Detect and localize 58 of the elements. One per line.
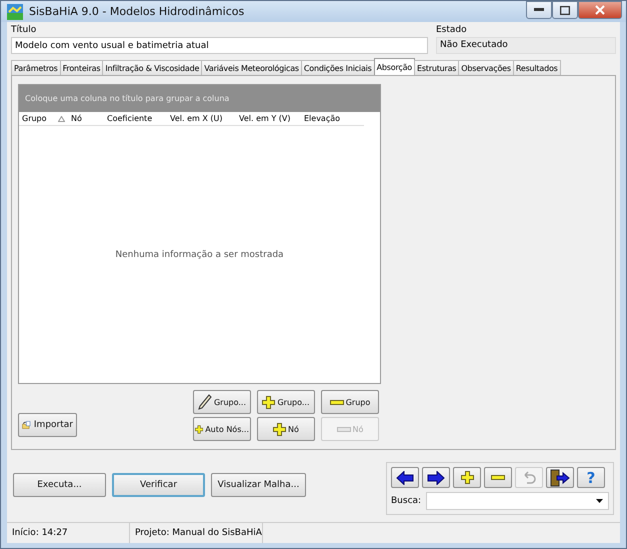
plus-icon [262, 396, 276, 408]
close-icon [595, 5, 605, 15]
tab[interactable]: Estruturas [414, 60, 460, 75]
action-button[interactable]: Grupo... [193, 390, 251, 414]
empty-message: Nenhuma informação a ser mostrada [115, 250, 284, 260]
command-button[interactable]: Verificar [112, 473, 205, 497]
tab[interactable]: Variáveis Meteorológicas [201, 60, 302, 75]
nav-button[interactable] [422, 467, 450, 488]
minus-icon [336, 426, 351, 432]
tab[interactable]: Infiltração & Viscosidade [102, 60, 202, 75]
window-title: SisBaHiA 9.0 - Modelos Hidrodinâmicos [29, 5, 244, 18]
search-label: Busca: [391, 496, 422, 506]
column-header[interactable]: Elevação [301, 114, 356, 123]
import-button[interactable]: Importar [18, 413, 77, 437]
pencil-icon [198, 394, 212, 410]
dropdown-caret-icon [596, 499, 603, 503]
action-button[interactable]: Grupo... [257, 390, 315, 414]
right-arrow-icon [427, 470, 445, 484]
close-button[interactable] [578, 1, 622, 19]
column-header[interactable]: Vel. em X (U) [167, 114, 236, 123]
column-header[interactable]: Coeficiente [104, 114, 167, 123]
tab[interactable]: Resultados [512, 60, 561, 75]
minimize-button[interactable] [526, 1, 552, 19]
plus-icon [195, 422, 204, 436]
minimize-icon [534, 8, 544, 12]
tab[interactable]: Condições Iniciais [300, 60, 375, 75]
status-text: Projeto: Manual do SisBaHiA [130, 523, 263, 543]
nav-button[interactable] [391, 467, 419, 488]
minus-icon [491, 475, 505, 480]
column-header[interactable]: Vel. em Y (V) [236, 114, 301, 123]
state-value: Não Executado [436, 37, 616, 54]
door-arrow-icon [550, 468, 570, 486]
action-button[interactable]: Auto Nós... [193, 417, 251, 441]
action-button[interactable]: Grupo [321, 390, 379, 414]
tab[interactable]: Observações [458, 60, 514, 75]
title-label: Título [11, 25, 38, 36]
group-hint: Coloque uma coluna no título para grupar a coluna [25, 94, 230, 103]
tab[interactable]: Fronteiras [60, 60, 104, 75]
state-label: Estado [436, 25, 468, 36]
minus-icon [330, 400, 344, 404]
column-header[interactable]: Grupo [19, 114, 58, 123]
command-button[interactable]: Executa... [13, 473, 106, 497]
plus-icon [273, 422, 286, 436]
app-icon [7, 4, 23, 20]
nav-button[interactable]: ? [577, 467, 605, 488]
tab[interactable]: Parâmetros [11, 60, 61, 75]
maximize-button[interactable] [552, 1, 578, 19]
plus-icon [460, 471, 474, 484]
column-header[interactable]: Nó [68, 114, 104, 123]
status-text: Início: 14:27 [7, 523, 130, 543]
action-button[interactable]: Nó [257, 417, 315, 441]
sort-icon [58, 116, 65, 122]
tab[interactable]: Absorção [374, 58, 415, 75]
nav-button[interactable] [546, 467, 574, 488]
command-button[interactable]: Visualizar Malha... [211, 473, 306, 497]
title-input[interactable]: Modelo com vento usual e batimetria atual [11, 37, 428, 54]
left-arrow-icon [396, 470, 414, 484]
maximize-icon [560, 6, 570, 14]
